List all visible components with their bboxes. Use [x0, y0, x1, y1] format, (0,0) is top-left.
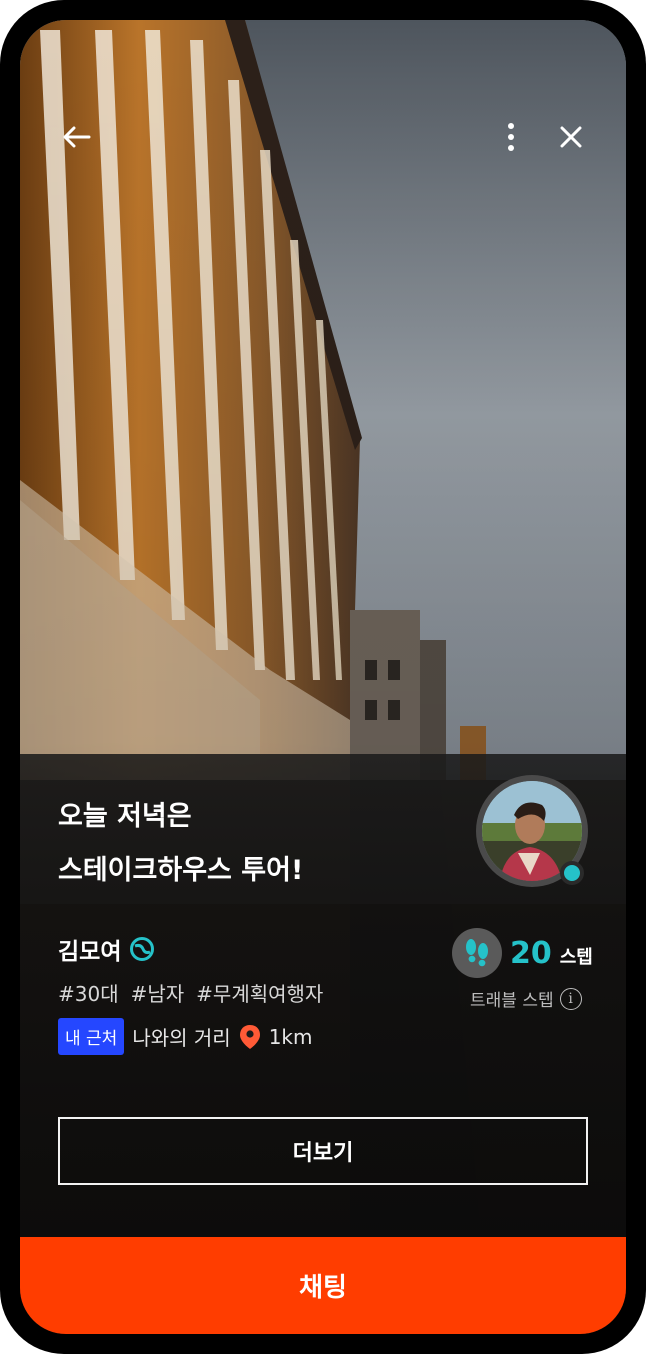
online-status-dot — [560, 861, 584, 885]
app-screen: 오늘 저녁은 스테이크하우스 투어! 김모여 #30대 #남자 #무계획여행자 … — [20, 20, 626, 1334]
back-button[interactable] — [56, 116, 98, 158]
travel-steps-unit: 스텝 — [559, 947, 593, 968]
post-title-line-1: 오늘 저녁은 — [58, 801, 192, 832]
distance-value: 1km — [268, 1024, 313, 1049]
info-icon[interactable]: i — [559, 987, 582, 1010]
travel-steps-value: 20 — [510, 935, 552, 971]
distance-row: 내 근처 나와의 거리 1km — [58, 1018, 312, 1055]
tag-gender: #남자 — [130, 982, 185, 1006]
more-vertical-icon — [508, 123, 514, 151]
more-options-button[interactable] — [494, 116, 528, 158]
phone-frame: 오늘 저녁은 스테이크하우스 투어! 김모여 #30대 #남자 #무계획여행자 … — [0, 0, 646, 1354]
post-title-line-2: 스테이크하우스 투어! — [58, 855, 304, 886]
close-icon — [560, 126, 582, 148]
user-name: 김모여 — [58, 939, 122, 965]
tag-style: #무계획여행자 — [196, 982, 324, 1006]
more-button[interactable]: 더보기 — [58, 1117, 588, 1185]
user-tags: #30대 #남자 #무계획여행자 — [58, 978, 323, 1007]
globe-badge-icon — [130, 937, 155, 961]
post-title: 오늘 저녁은 스테이크하우스 투어! — [58, 790, 458, 898]
footprints-icon — [452, 928, 502, 978]
close-button[interactable] — [550, 116, 592, 158]
travel-steps-label: 트래블 스텝 — [470, 991, 554, 1011]
chat-button[interactable]: 채팅 — [20, 1237, 626, 1334]
arrow-left-icon — [63, 126, 91, 148]
location-pin-icon — [239, 1024, 260, 1049]
user-name-row[interactable]: 김모여 — [58, 932, 155, 966]
tag-age: #30대 — [58, 982, 119, 1006]
travel-steps: 20 스텝 — [452, 928, 593, 978]
distance-label: 나와의 거리 — [132, 1026, 231, 1050]
avatar[interactable] — [476, 775, 588, 887]
travel-steps-label-row[interactable]: 트래블 스텝 i — [470, 986, 582, 1011]
nearby-badge: 내 근처 — [58, 1018, 125, 1055]
